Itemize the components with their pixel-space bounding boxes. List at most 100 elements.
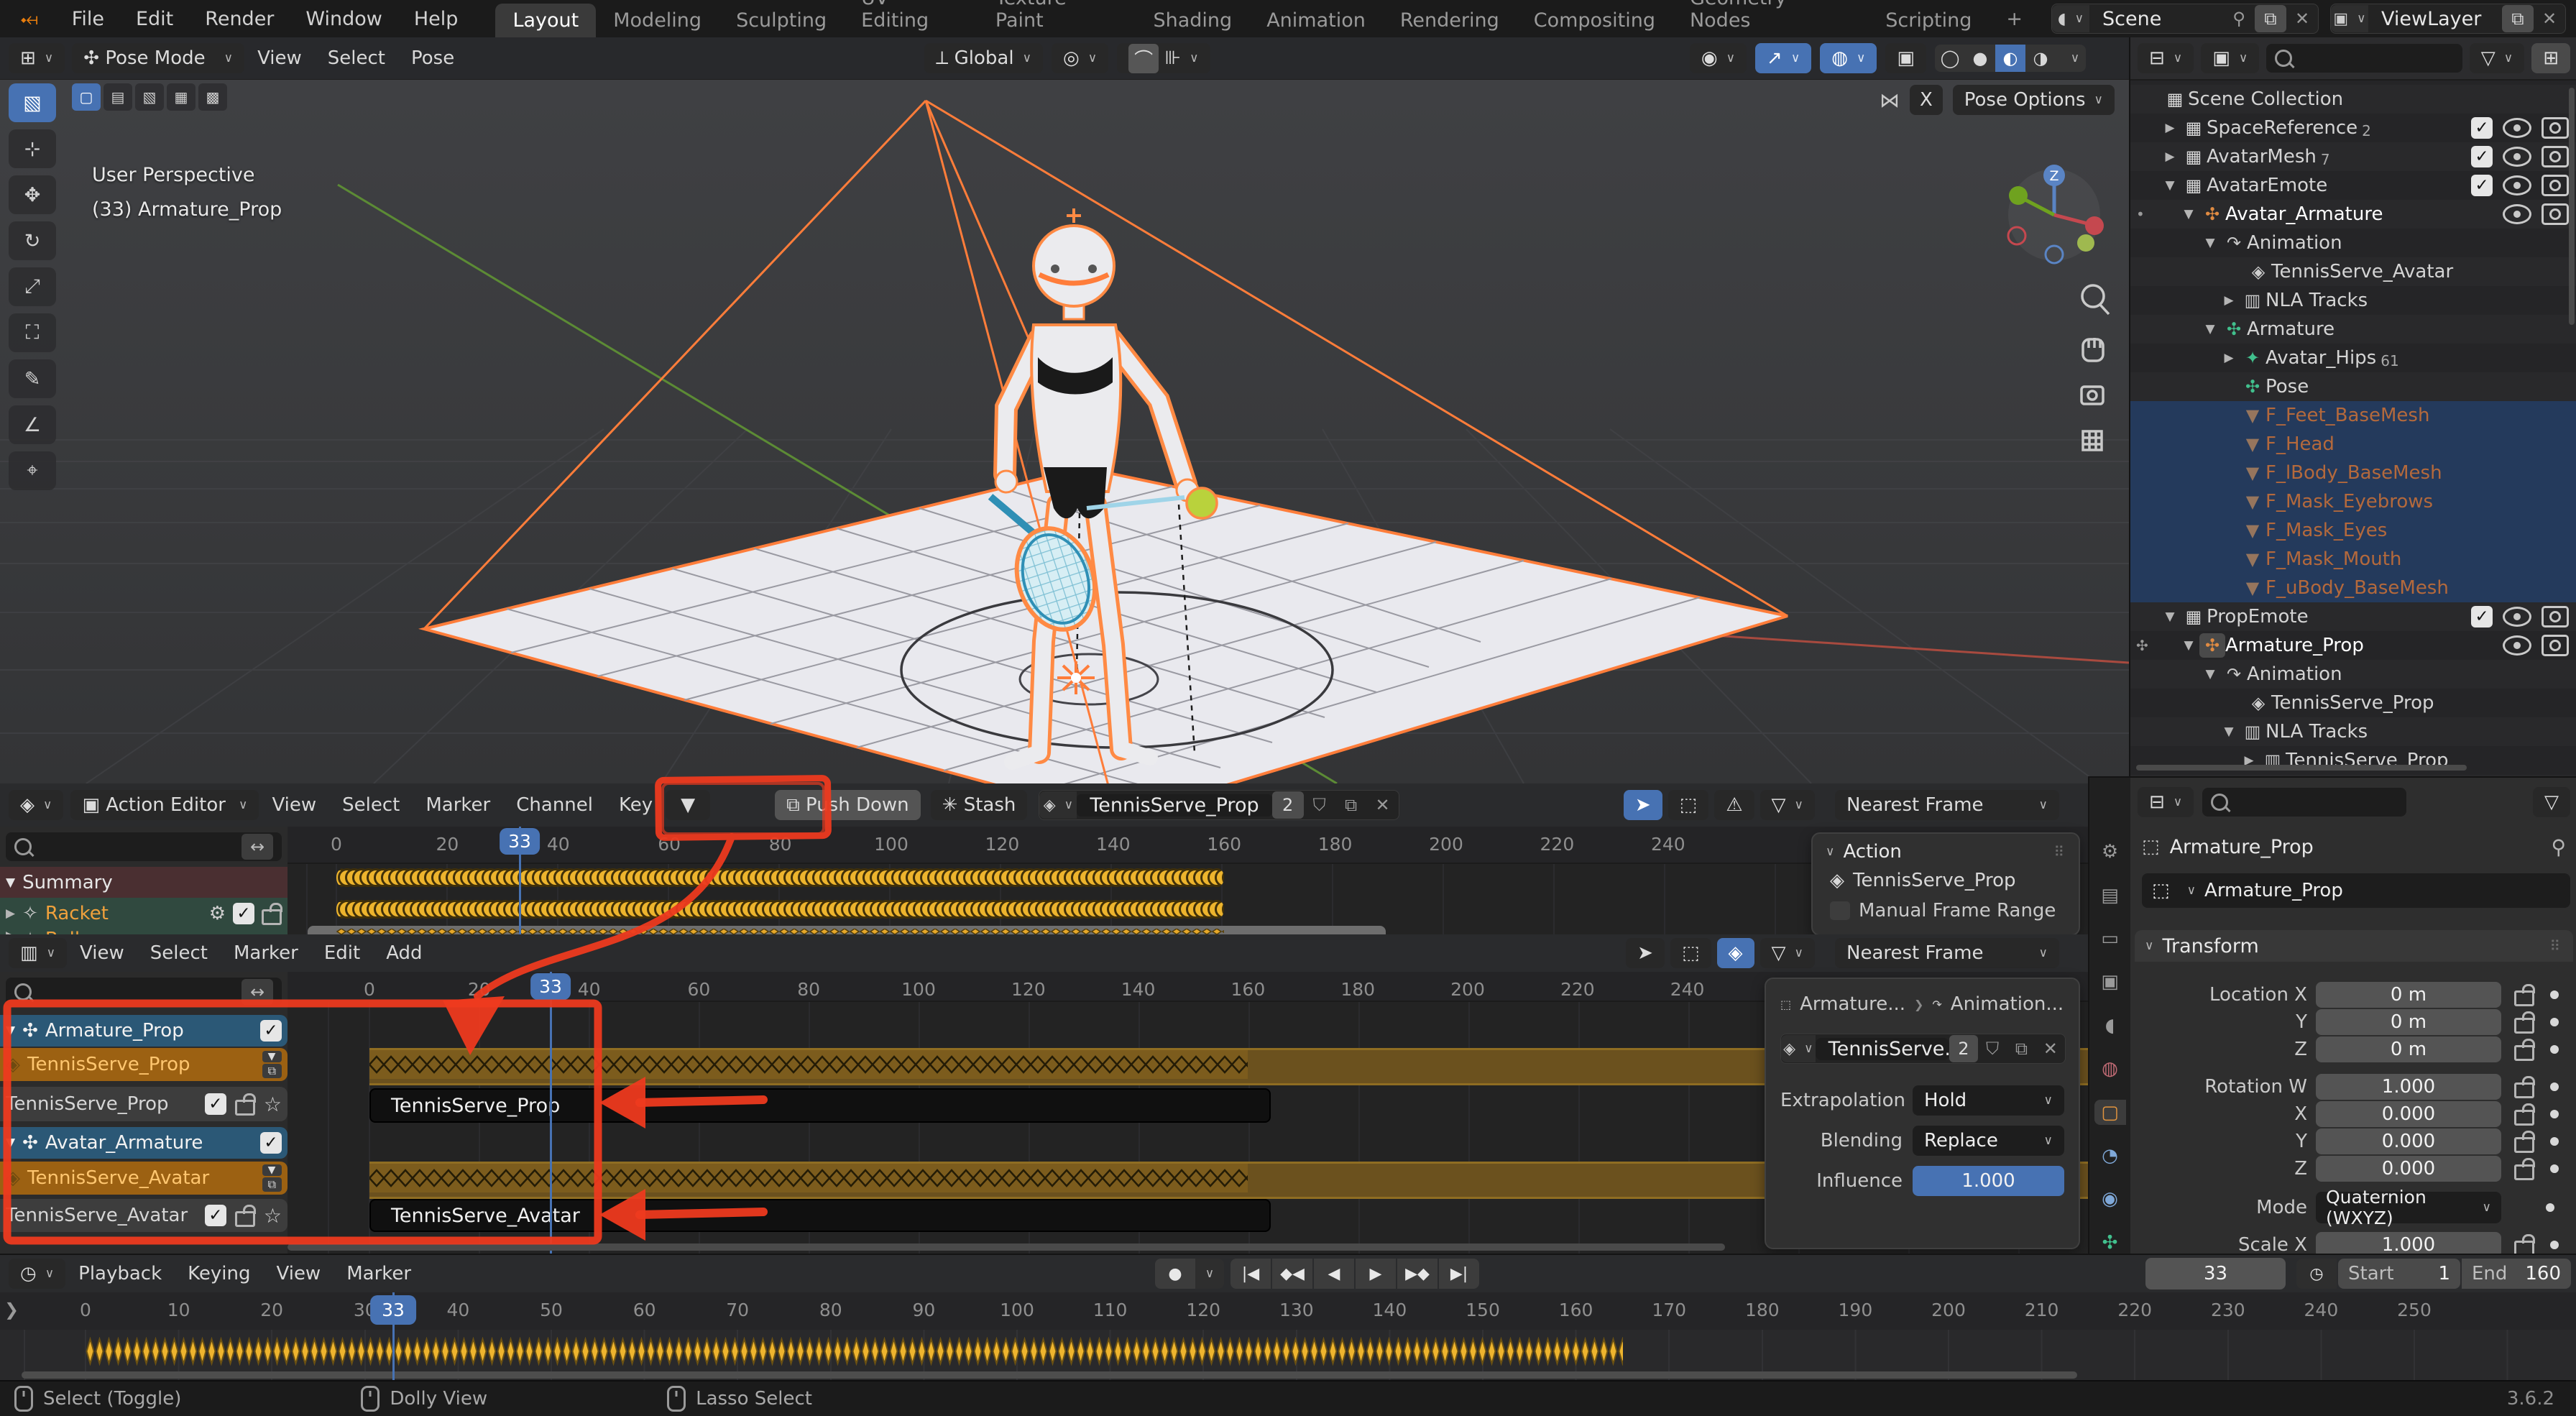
nla-track-tennisserve-avatar[interactable]: TennisServe_Avatar ☆ — [0, 1199, 288, 1232]
toolbar-tool-button[interactable] — [9, 267, 56, 306]
workspace-tab[interactable]: Modeling — [596, 4, 719, 37]
workspace-tab[interactable]: Sculpting — [719, 4, 844, 37]
checkbox-icon[interactable] — [2471, 606, 2493, 627]
checkbox-icon[interactable] — [260, 1020, 282, 1042]
sidebar-action-name[interactable]: TennisServe_Prop — [1853, 870, 2016, 891]
extrapolation-dropdown[interactable]: Hold∨ — [1913, 1085, 2064, 1116]
breadcrumb-animation[interactable]: Animation... — [1951, 993, 2064, 1015]
timeline-current-frame[interactable]: 33 — [370, 1295, 416, 1325]
dopesheet-search-input[interactable]: ↔ — [6, 832, 282, 861]
outliner-row[interactable]: ▶ TennisServe_Prop — [2130, 746, 2576, 775]
checkbox-icon[interactable] — [205, 1205, 226, 1226]
expand-channels-icon[interactable]: ❯ — [4, 1300, 19, 1320]
end-frame-field[interactable]: End160 — [2462, 1259, 2571, 1289]
outliner-row[interactable]: ▶ Avatar_Hips 61 — [2130, 344, 2576, 372]
scene-icon[interactable]: ◖∨ — [2052, 5, 2089, 32]
delete-scene-button[interactable]: ✕ — [2286, 9, 2318, 29]
properties-tab[interactable] — [2094, 1231, 2126, 1255]
nla-channel-armature-prop[interactable]: ▼✣Armature_Prop — [0, 1015, 288, 1047]
channel-summary[interactable]: ▼Summary — [0, 867, 288, 898]
nla-menu-item[interactable]: Marker — [221, 942, 311, 964]
checkbox-icon[interactable] — [205, 1093, 226, 1115]
tennis-ball[interactable] — [1187, 488, 1217, 518]
workspace-tab[interactable]: Layout — [495, 4, 596, 37]
play-reverse-button[interactable]: ◀ — [1314, 1259, 1354, 1289]
nla-strip-tennisserve-avatar[interactable]: TennisServe_Avatar — [369, 1199, 1271, 1232]
action-dropdown-icon[interactable]: ▼ — [262, 1164, 282, 1176]
transform-panel-title[interactable]: Transform — [2162, 935, 2258, 957]
expand-search-icon[interactable]: ↔ — [242, 834, 273, 860]
row-label[interactable]: NLA Tracks — [2266, 721, 2368, 743]
transform-value-field[interactable]: 0.000 — [2316, 1156, 2501, 1182]
row-label[interactable]: PropEmote — [2207, 606, 2309, 627]
menu-item[interactable]: Window — [290, 0, 397, 37]
menu-item[interactable]: File — [56, 0, 120, 37]
row-label[interactable]: Pose — [2266, 376, 2309, 397]
lock-icon[interactable] — [2514, 1164, 2534, 1180]
scene-name[interactable]: Scene — [2089, 8, 2223, 30]
expand-arrow-icon[interactable]: ▶ — [2159, 121, 2181, 135]
push-down-icon[interactable]: ⧉ — [262, 1177, 282, 1192]
push-down-button[interactable]: ⧉ Push Down — [775, 790, 921, 820]
pin-scene-icon[interactable]: ⚲ — [2223, 9, 2255, 29]
show-gizmo-toggle[interactable]: ↗∨ — [1755, 43, 1811, 73]
workspace-tab[interactable]: UV Editing — [844, 0, 978, 37]
action-editor-menu-item[interactable]: Select — [329, 794, 413, 816]
keyframe-toggle-icon[interactable]: ◈ — [1717, 938, 1754, 968]
row-label[interactable]: Avatar_Armature — [2225, 203, 2383, 225]
outliner-filter-button[interactable]: ▽∨ — [2470, 43, 2524, 73]
timeline-menu-item[interactable]: Marker — [334, 1263, 424, 1284]
outliner-row[interactable]: ✣ ▼ Armature_Prop — [2130, 631, 2576, 660]
nla-menu-item[interactable]: Edit — [311, 942, 373, 964]
animate-dot-icon[interactable] — [2550, 1110, 2559, 1118]
filter-funnel-button[interactable]: ▽∨ — [1760, 938, 1815, 968]
cursor-tool-icon[interactable]: ➤ — [1626, 938, 1665, 968]
nla-action-tennisserve-prop[interactable]: ◈TennisServe_Prop ▼ ⧉ — [0, 1048, 288, 1081]
timeline-menu-item[interactable]: Playback — [65, 1263, 175, 1284]
solo-star-icon[interactable]: ☆ — [264, 1204, 282, 1228]
unlink-action-icon[interactable]: ✕ — [2036, 1039, 2065, 1059]
eye-icon[interactable] — [2503, 175, 2531, 196]
unlock-icon[interactable] — [262, 909, 282, 925]
properties-tab[interactable] — [2094, 970, 2126, 994]
channel-enable-checkbox[interactable] — [233, 903, 254, 924]
action-dropdown-icon[interactable]: ▼ — [262, 1051, 282, 1062]
shading-rendered-icon[interactable]: ◑ — [2025, 45, 2056, 72]
auto-keying-record-icon[interactable]: ● — [1155, 1259, 1195, 1289]
outliner-row[interactable]: ▼ PropEmote — [2130, 602, 2576, 631]
nla-menu-item[interactable]: View — [67, 942, 137, 964]
row-label[interactable]: AvatarMesh — [2207, 146, 2317, 167]
mode-selector[interactable]: ✣ Pose Mode∨ — [72, 43, 244, 73]
workspace-tab[interactable]: Rendering — [1383, 4, 1517, 37]
outliner-row[interactable]: ▼ Animation — [2130, 660, 2576, 689]
object-name-field[interactable]: ⬚∨ Armature_Prop — [2142, 873, 2570, 908]
unlock-icon[interactable] — [235, 1211, 255, 1227]
expand-arrow-icon[interactable]: ▼ — [2199, 236, 2221, 250]
jump-to-start-button[interactable]: |◀ — [1230, 1259, 1271, 1289]
workspace-tab[interactable]: Animation — [1249, 4, 1383, 37]
properties-breadcrumb[interactable]: Armature_Prop — [2170, 836, 2314, 858]
menu-item[interactable]: Help — [398, 0, 474, 37]
timeline-menu-item[interactable]: View — [264, 1263, 334, 1284]
workspace-tab[interactable]: Shading — [1136, 4, 1250, 37]
camera-icon[interactable] — [2542, 175, 2569, 196]
only-selected-cursor-icon[interactable]: ➤ — [1624, 790, 1662, 820]
shading-solid-icon[interactable]: ● — [1965, 45, 1995, 72]
row-label[interactable]: F_Feet_BaseMesh — [2266, 405, 2429, 426]
outliner-row[interactable]: F_Head — [2130, 430, 2576, 459]
outliner-row[interactable]: F_Feet_BaseMesh — [2130, 401, 2576, 430]
timeline-hscrollbar[interactable] — [22, 1371, 2077, 1379]
action-users-button[interactable]: 2 — [1272, 791, 1304, 819]
outliner-row[interactable]: ▼ NLA Tracks — [2130, 717, 2576, 746]
breadcrumb-object[interactable]: Armature... — [1800, 993, 1905, 1015]
animate-dot-icon[interactable] — [2546, 1203, 2554, 1212]
keying-dropdown[interactable]: ∨ — [1195, 1259, 1224, 1289]
action-users-button[interactable]: 2 — [1949, 1035, 1978, 1062]
overlays-toggle[interactable]: ◍∨ — [1820, 43, 1877, 73]
row-label[interactable]: F_lBody_BaseMesh — [2266, 462, 2442, 484]
editor-type-button[interactable]: ◈∨ — [9, 790, 63, 820]
panel-grip-icon[interactable]: ⠿ — [2549, 937, 2562, 955]
outliner-display-mode[interactable]: ⊟∨ — [2138, 43, 2194, 73]
eye-icon[interactable] — [2503, 204, 2531, 224]
row-label[interactable]: TennisServe_Avatar — [2271, 261, 2453, 282]
